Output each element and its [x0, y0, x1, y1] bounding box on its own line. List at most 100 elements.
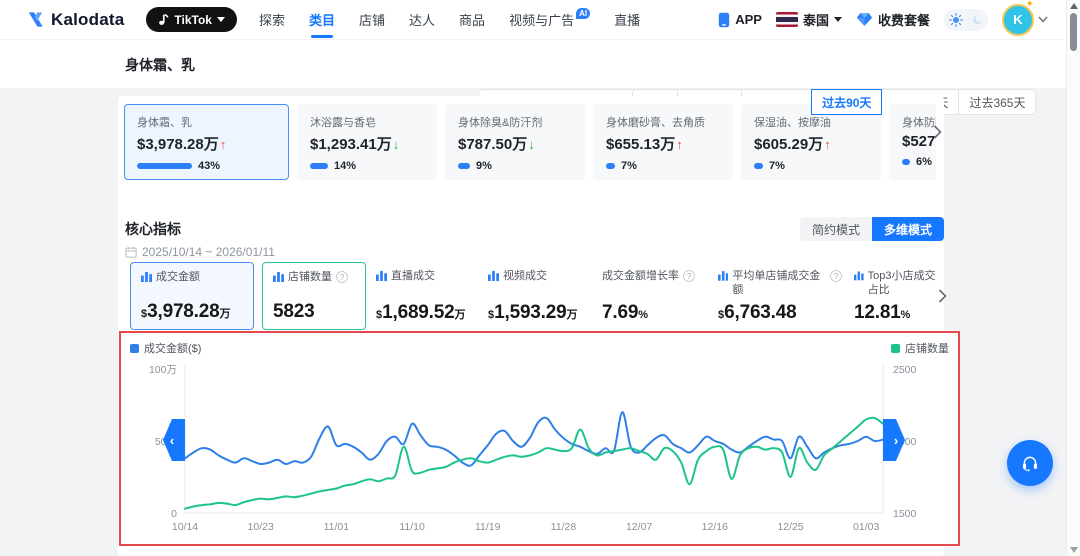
legend-swatch-blue — [130, 344, 139, 353]
legend-gmv[interactable]: 成交金额($) — [130, 340, 201, 356]
customer-service-button[interactable] — [1007, 440, 1053, 486]
category-value: $787.50万↓ — [458, 133, 572, 154]
nav-shop[interactable]: 店铺 — [359, 0, 385, 40]
core-metrics-row: 成交金额 $3,978.28万 店铺数量 ? 5823 直播成交 $1,689.… — [130, 262, 948, 330]
nav-video-ads[interactable]: 视频与广告AI — [509, 0, 590, 40]
platform-label: TikTok — [174, 13, 212, 27]
chevron-right-icon — [933, 125, 942, 139]
category-card[interactable]: 沐浴露与香皂 $1,293.41万↓ 14% — [297, 104, 437, 180]
category-amount: $3,978.28万 — [137, 136, 219, 153]
pricing-plan[interactable]: 收费套餐 — [856, 10, 930, 29]
nav-product[interactable]: 商品 — [459, 0, 485, 40]
share-percent: 14% — [334, 160, 356, 172]
category-value: $3,978.28万↑ — [137, 133, 276, 154]
mode-simple[interactable]: 简约模式 — [800, 217, 872, 241]
nav-category[interactable]: 类目 — [309, 0, 335, 40]
category-name: 身体磨砂膏、去角质 — [606, 114, 720, 130]
category-amount: $1,293.41万 — [310, 136, 392, 153]
metric-number: 1,593.29 — [494, 302, 566, 323]
category-card[interactable]: 身体磨砂膏、去角质 $655.13万↑ 7% — [593, 104, 733, 180]
svg-text:11/10: 11/10 — [399, 521, 425, 533]
svg-text:2500: 2500 — [893, 364, 917, 376]
bar-chart-icon — [376, 270, 387, 281]
nav-live[interactable]: 直播 — [614, 0, 640, 40]
unit-suffix: % — [901, 309, 911, 321]
tiktok-icon — [158, 13, 169, 26]
category-name: 保湿油、按摩油 — [754, 114, 868, 130]
unit-suffix: % — [638, 309, 648, 321]
category-amount: $605.29万 — [754, 136, 823, 153]
core-metrics-heading: 核心指标 — [125, 219, 181, 239]
metric-label: 直播成交 — [391, 270, 435, 284]
metrics-scroll-right-button[interactable] — [934, 286, 950, 306]
user-menu[interactable]: K ✦ — [1002, 4, 1048, 36]
info-icon[interactable]: ? — [830, 270, 842, 282]
metric-gmv-growth[interactable]: 成交金额增长率 ? 7.69% — [600, 262, 708, 330]
star-icon: ✦ — [1026, 0, 1034, 10]
nav-creator[interactable]: 达人 — [409, 0, 435, 40]
metric-shop-count[interactable]: 店铺数量 ? 5823 — [262, 262, 366, 330]
unit-suffix: 万 — [219, 308, 230, 320]
chevron-right-icon — [938, 289, 947, 303]
metric-gmv[interactable]: 成交金额 $3,978.28万 — [130, 262, 254, 330]
cards-scroll-right-button[interactable] — [928, 120, 946, 144]
dual-axis-line-chart[interactable]: 100万50万025002000150010/1410/2311/0111/10… — [121, 333, 958, 544]
metric-number: 1,689.52 — [382, 302, 454, 323]
scroll-down-icon[interactable] — [1070, 547, 1078, 553]
svg-text:12/25: 12/25 — [777, 521, 803, 533]
category-share-row: 7% — [606, 160, 720, 172]
metric-label-row: Top3小店成交占比 — [854, 270, 946, 298]
svg-text:10/14: 10/14 — [172, 521, 198, 533]
metric-live-gmv[interactable]: 直播成交 $1,689.52万 — [374, 262, 478, 330]
chevron-down-icon — [1038, 16, 1048, 23]
metric-value: 5823 — [273, 301, 355, 323]
svg-text:12/07: 12/07 — [626, 521, 652, 533]
metric-label: 视频成交 — [503, 270, 547, 284]
svg-text:‹: ‹ — [170, 433, 174, 448]
metric-number: 5823 — [273, 301, 314, 322]
metric-number: 12.81 — [854, 302, 901, 323]
region-selector[interactable]: 泰国 — [776, 10, 842, 29]
category-name: 身体除臭&防汗剂 — [458, 114, 572, 130]
category-card[interactable]: 身体霜、乳 $3,978.28万↑ 43% — [124, 104, 289, 180]
kalodata-category-page: Kalodata TikTok 探索 类目 店铺 达人 商品 视频与广告AI 直… — [0, 0, 1080, 556]
range-90d[interactable]: 过去90天 — [811, 89, 882, 115]
scroll-up-icon[interactable] — [1070, 3, 1078, 9]
category-card[interactable]: 身体除臭&防汗剂 $787.50万↓ 9% — [445, 104, 585, 180]
legend-swatch-green — [891, 344, 900, 353]
metric-avg-shop-gmv[interactable]: 平均单店铺成交金额 ? $6,763.48 — [716, 262, 844, 330]
mode-multi[interactable]: 多维模式 — [872, 217, 944, 241]
moon-icon — [972, 14, 984, 26]
platform-selector[interactable]: TikTok — [146, 7, 237, 32]
metric-number: 3,978.28 — [147, 301, 219, 322]
metric-video-gmv[interactable]: 视频成交 $1,593.29万 — [486, 262, 592, 330]
metric-label-row: 直播成交 — [376, 270, 476, 284]
kalodata-logo[interactable]: Kalodata — [26, 10, 124, 30]
trend-arrow-icon: ↓ — [528, 137, 535, 152]
share-bar — [606, 163, 615, 169]
bar-chart-icon — [488, 270, 499, 281]
share-bar — [458, 163, 470, 169]
chevron-down-icon — [217, 17, 225, 22]
phone-icon — [718, 12, 730, 28]
legend-shop-count[interactable]: 店铺数量 — [891, 340, 949, 356]
metric-label: 店铺数量 — [288, 271, 332, 285]
legend-label: 店铺数量 — [905, 340, 949, 356]
category-name: 身体霜、乳 — [137, 114, 276, 130]
info-icon[interactable]: ? — [336, 271, 348, 283]
vertical-scrollbar[interactable] — [1066, 0, 1080, 556]
metric-label: 平均单店铺成交金额 — [732, 270, 826, 298]
category-amount: $655.13万 — [606, 136, 675, 153]
share-bar — [310, 163, 328, 169]
svg-text:100万: 100万 — [149, 364, 177, 376]
nav-video-ads-label: 视频与广告 — [509, 10, 574, 29]
app-download[interactable]: APP — [718, 12, 762, 28]
theme-toggle[interactable] — [944, 9, 988, 31]
range-365d[interactable]: 过去365天 — [958, 89, 1036, 115]
svg-text:1500: 1500 — [893, 508, 917, 520]
category-card[interactable]: 保湿油、按摩油 $605.29万↑ 7% — [741, 104, 881, 180]
nav-explore[interactable]: 探索 — [259, 0, 285, 40]
scrollbar-thumb[interactable] — [1070, 13, 1077, 51]
info-icon[interactable]: ? — [683, 270, 695, 282]
unit-suffix: 万 — [566, 309, 577, 321]
